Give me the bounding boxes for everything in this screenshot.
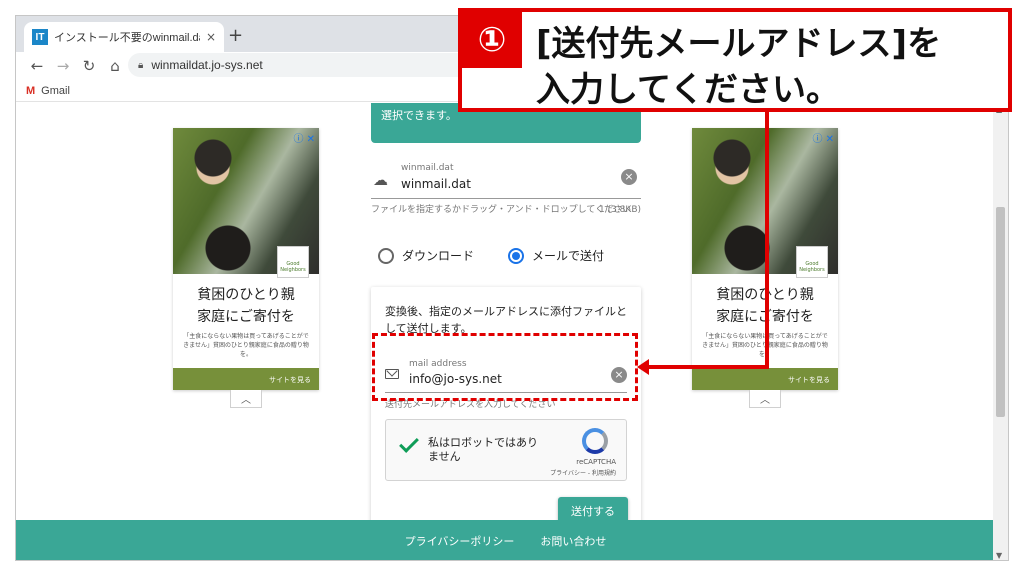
footer-contact-link[interactable]: お問い合わせ [540,533,606,549]
captcha-label: 私はロボットではありません [428,436,538,463]
step-number: ① [462,12,522,68]
ad-right-toggle-chevron-up-icon[interactable]: ︿ [749,390,781,408]
recaptcha-brand: reCAPTCHA [576,458,616,466]
ad-badge-logo: Good Neighbors [277,246,309,278]
home-icon[interactable]: ⌂ [102,54,128,78]
ad-cta-link[interactable]: サイトを見る [269,375,311,385]
gmail-icon: M [26,84,36,97]
card-description: 変換後、指定のメールアドレスに添付ファイルとして送付します。 [385,305,627,335]
url-text: winmaildat.jo-sys.net [151,58,263,72]
instruction-line-1: [送付先メールアドレス]を [536,24,942,64]
ad-headline: 貧困のひとり親 家庭にご寄付を [197,287,295,325]
radio-download[interactable] [378,247,394,264]
file-name-value: winmail.dat [401,177,471,191]
highlight-dashed-box [372,333,638,401]
file-field[interactable]: ☁ winmail.dat winmail.dat × [371,155,641,199]
lock-icon: 🔒︎ [138,59,144,71]
tab-title: インストール不要のwinmail.dat変換 [54,32,200,44]
recaptcha-links[interactable]: プライバシー - 利用規約 [550,468,616,477]
checkmark-icon[interactable] [399,433,419,453]
site-favicon-icon: IT [32,29,48,45]
scroll-thumb[interactable] [996,207,1005,417]
radio-email[interactable] [508,247,525,264]
output-mode-radio-group: ダウンロード メールで送付 [378,247,604,264]
callout-arrow-horizontal [646,365,769,369]
footer-privacy-link[interactable]: プライバシーポリシー [405,533,515,549]
ad-info-icon[interactable]: ⓘ ✕ [812,130,834,145]
new-tab-button[interactable]: + [228,25,243,46]
callout-arrow-vertical [765,112,769,368]
radio-download-label[interactable]: ダウンロード [402,247,474,264]
reload-icon[interactable]: ↻ [76,54,102,78]
instruction-line-2: 入力してください。 [536,70,840,110]
scroll-down-arrow-icon[interactable]: ▼ [996,551,1002,560]
ad-info-icon[interactable]: ⓘ ✕ [293,130,315,145]
clear-file-icon[interactable]: × [621,169,637,185]
tab-close-icon[interactable]: × [206,30,216,44]
page-footer: プライバシーポリシー お問い合わせ [16,520,995,560]
recaptcha-logo-icon [582,428,608,454]
ad-footer: サイトを見る [692,368,838,390]
callout-arrow-head-icon [637,359,649,375]
browser-tab[interactable]: IT インストール不要のwinmail.dat変換 × [24,22,224,52]
instruction-callout: ① [送付先メールアドレス]を 入力してください。 [458,8,1012,112]
ad-footer: サイトを見る [173,368,319,390]
ad-left-toggle-chevron-up-icon[interactable]: ︿ [230,390,262,408]
page-scrollbar[interactable]: ▲ ▼ [993,103,1008,560]
ad-small-text: 「主食にならない果物は買ってあげることができません」貧困のひとり親家庭に食品の贈… [183,333,309,358]
email-send-card: 変換後、指定のメールアドレスに添付ファイルとして送付します。 mail addr… [371,287,641,557]
ad-cta-link[interactable]: サイトを見る [788,375,830,385]
radio-email-label[interactable]: メールで送付 [532,247,604,264]
cloud-upload-icon: ☁ [373,171,388,189]
page-viewport: Good Neighbors ⓘ ✕ 貧困のひとり親 家庭にご寄付を 「主食にな… [16,103,995,560]
ad-badge-logo: Good Neighbors [796,246,828,278]
recaptcha-widget[interactable]: 私はロボットではありません reCAPTCHA プライバシー - 利用規約 [385,419,627,481]
ad-left[interactable]: Good Neighbors ⓘ ✕ 貧困のひとり親 家庭にご寄付を 「主食にな… [173,128,319,390]
file-hint: ファイルを指定するかドラッグ・アンド・ドロップしてください 1 (3.8KB) [371,205,641,215]
bookmark-gmail[interactable]: Gmail [41,85,70,97]
forward-arrow-icon[interactable]: → [50,54,76,78]
file-field-label: winmail.dat [401,163,454,173]
back-arrow-icon[interactable]: ← [24,54,50,78]
file-size: 1 (3.8KB) [599,205,641,215]
